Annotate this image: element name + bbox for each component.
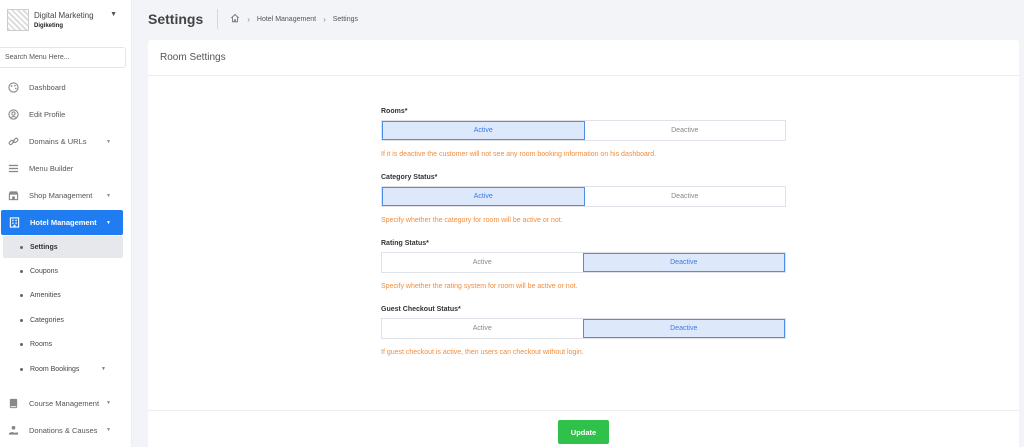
sidebar-item-edit-profile[interactable]: Edit Profile	[0, 101, 131, 128]
menu-search-input[interactable]	[0, 47, 126, 68]
caret-down-icon: ▼	[106, 219, 111, 226]
guest-checkout-active-option[interactable]: Active	[382, 319, 583, 338]
field-label: Guest Checkout Status*	[381, 306, 461, 313]
donate-icon	[8, 425, 19, 436]
caret-down-icon: ▼	[101, 366, 106, 373]
hotel-submenu: Settings Coupons Amenities Categories Ro…	[0, 236, 131, 382]
field-hint: Specify whether the category for room wi…	[381, 217, 563, 224]
caret-down-icon: ▼	[106, 427, 111, 433]
field-label: Category Status*	[381, 174, 438, 181]
submenu-item-label: Rooms	[30, 341, 53, 349]
submenu-item-coupons[interactable]: Coupons	[0, 259, 131, 284]
field-label: Rating Status*	[381, 240, 429, 247]
sidebar-item-label: Domains & URLs	[29, 137, 87, 146]
sidebar-item-label: Shop Management	[29, 191, 93, 200]
chevron-right-icon: ›	[247, 14, 250, 24]
field-hint: If guest checkout is active, then users …	[381, 349, 584, 356]
link-icon	[8, 136, 19, 147]
submenu-item-label: Coupons	[30, 267, 59, 275]
rooms-toggle: Active Deactive	[381, 120, 786, 141]
room-settings-card: Room Settings Rooms* Active Deactive If …	[148, 40, 1019, 447]
rating-status-toggle: Active Deactive	[381, 252, 786, 273]
sidebar-item-dashboard[interactable]: Dashboard	[0, 74, 131, 101]
sidebar-item-domains[interactable]: Domains & URLs ▼	[0, 128, 131, 155]
caret-down-icon[interactable]: ▼	[110, 11, 117, 18]
hotel-icon	[9, 217, 20, 228]
brand-user: Digiketing	[34, 23, 64, 29]
field-rating-status: Rating Status* Active Deactive Specify w…	[381, 240, 786, 290]
guest-checkout-deactive-option[interactable]: Deactive	[582, 319, 785, 338]
user-circle-icon	[8, 109, 19, 120]
page-header: Settings › Hotel Management › Settings	[132, 0, 1024, 38]
breadcrumb-item-current: Settings	[332, 15, 359, 23]
submenu-item-rooms[interactable]: Rooms	[0, 333, 131, 358]
store-icon	[8, 190, 19, 201]
home-icon[interactable]	[230, 13, 240, 25]
page-title: Settings	[148, 11, 204, 27]
brand-name: Digital Marketing	[34, 11, 94, 20]
sidebar-item-label: Course Management	[29, 398, 100, 408]
category-deactive-option[interactable]: Deactive	[584, 187, 785, 206]
bullet-icon	[20, 318, 23, 322]
header-divider	[217, 9, 219, 29]
submenu-item-label: Amenities	[30, 292, 61, 300]
brand-switcher[interactable]: Digital Marketing Digiketing ▼	[0, 0, 131, 40]
field-label: Rooms*	[381, 108, 408, 115]
submenu-item-categories[interactable]: Categories	[0, 308, 131, 333]
field-guest-checkout-status: Guest Checkout Status* Active Deactive I…	[381, 306, 786, 356]
sidebar-item-hotel-management[interactable]: Hotel Management ▼	[1, 210, 123, 235]
submenu-item-room-bookings[interactable]: Room Bookings ▼	[0, 357, 131, 382]
sidebar-item-label: Hotel Management	[30, 218, 97, 227]
caret-down-icon: ▼	[106, 138, 111, 145]
caret-down-icon: ▼	[106, 192, 111, 199]
field-category-status: Category Status* Active Deactive Specify…	[381, 174, 786, 224]
sidebar-item-label: Edit Profile	[29, 110, 66, 119]
bullet-icon	[20, 269, 23, 273]
breadcrumb-item[interactable]: Hotel Management	[257, 16, 316, 23]
field-rooms: Rooms* Active Deactive If it is deactive…	[381, 108, 786, 158]
sidebar-item-shop[interactable]: Shop Management ▼	[0, 182, 131, 209]
rooms-active-option[interactable]: Active	[382, 121, 585, 140]
bullet-icon	[20, 343, 23, 347]
submenu-item-settings[interactable]: Settings	[3, 236, 123, 258]
sidebar-item-label: Donations & Causes	[29, 425, 98, 435]
category-status-toggle: Active Deactive	[381, 186, 786, 207]
guest-checkout-toggle: Active Deactive	[381, 318, 786, 339]
category-active-option[interactable]: Active	[382, 187, 585, 206]
submenu-item-label: Room Bookings	[30, 365, 80, 373]
rooms-deactive-option[interactable]: Deactive	[584, 121, 785, 140]
palette-icon	[8, 82, 19, 93]
sidebar-item-label: Menu Builder	[29, 164, 74, 173]
book-icon	[8, 398, 19, 409]
caret-down-icon: ▼	[106, 400, 111, 406]
rating-active-option[interactable]: Active	[382, 253, 583, 272]
sidebar-item-donations[interactable]: Donations & Causes ▼	[0, 417, 131, 444]
sidebar-item-menu-builder[interactable]: Menu Builder	[0, 155, 131, 182]
submenu-item-amenities[interactable]: Amenities	[0, 284, 131, 309]
brand-logo	[7, 9, 29, 31]
update-button[interactable]: Update	[558, 420, 609, 444]
field-hint: If it is deactive the customer will not …	[381, 151, 657, 158]
rating-deactive-option[interactable]: Deactive	[582, 253, 785, 272]
card-title: Room Settings	[148, 40, 1019, 76]
submenu-item-label: Categories	[30, 316, 64, 324]
submenu-item-label: Settings	[30, 243, 58, 251]
sidebar: Digital Marketing Digiketing ▼ Dashboard…	[0, 0, 132, 447]
sidebar-item-label: Dashboard	[29, 83, 66, 92]
bullet-icon	[20, 294, 23, 298]
room-settings-form: Rooms* Active Deactive If it is deactive…	[381, 108, 786, 372]
bullet-icon	[20, 245, 23, 249]
breadcrumb: › Hotel Management › Settings	[230, 13, 358, 25]
field-hint: Specify whether the rating system for ro…	[381, 283, 578, 290]
bullet-icon	[20, 367, 23, 371]
sidebar-item-course-management[interactable]: Course Management ▼	[0, 390, 131, 417]
bars-icon	[8, 163, 19, 174]
sidebar-menu: Dashboard Edit Profile Domains & URLs ▼ …	[0, 74, 131, 444]
chevron-right-icon: ›	[323, 14, 326, 24]
